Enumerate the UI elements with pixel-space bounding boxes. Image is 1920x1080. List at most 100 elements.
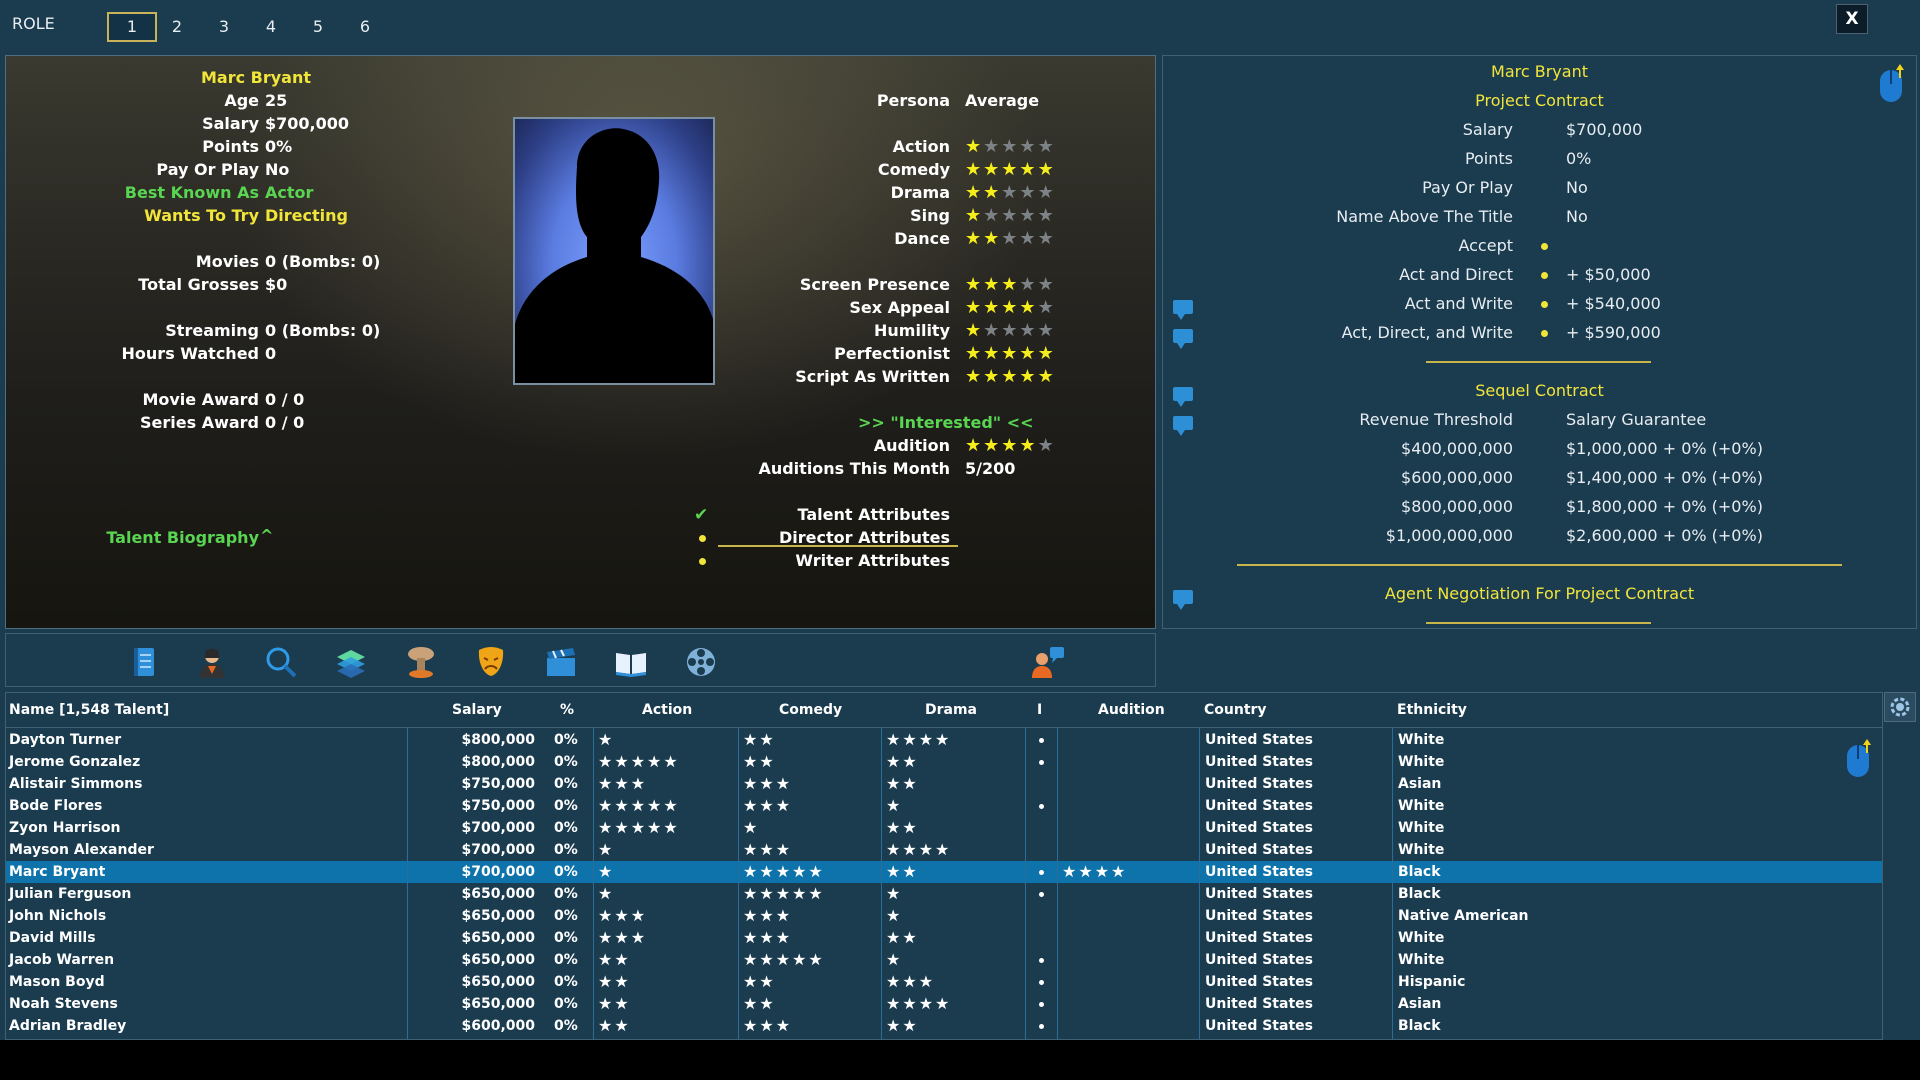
ethnicity-cell: White — [1398, 842, 1445, 858]
rating-stars-action: ★★★★★ — [965, 137, 1056, 157]
drama-stars: ★★ — [886, 818, 919, 837]
drama-stars: ★ — [886, 950, 903, 969]
agent-negotiation-link[interactable]: Agent Negotiation For Project Contract — [1163, 584, 1916, 603]
interested-dot-icon — [1039, 1002, 1044, 1007]
persona-label: Persona — [876, 91, 950, 110]
drama-mask-icon[interactable] — [473, 644, 509, 680]
sequel-threshold: $400,000,000 — [1401, 439, 1513, 458]
chat-icon[interactable] — [1173, 416, 1193, 436]
table-row[interactable]: Zyon Harrison $700,000 0% ★★★★★ ★ ★★ United St… — [6, 817, 1882, 839]
comedy-stars: ★★★★★ — [743, 884, 825, 903]
drama-stars: ★ — [886, 884, 903, 903]
director-attributes-link[interactable]: Director Attributes — [779, 528, 950, 547]
rating-stars-perfectionist: ★★★★★ — [965, 344, 1056, 364]
act-and-write-radio[interactable] — [1541, 301, 1548, 308]
interested-dot-icon — [1039, 1024, 1044, 1029]
act-and-direct-radio[interactable] — [1541, 272, 1548, 279]
film-reel-icon[interactable] — [683, 644, 719, 680]
role-tab-2[interactable]: 2 — [154, 14, 200, 40]
star-empty-icon: ★ — [1037, 205, 1056, 226]
writer-attributes-link[interactable]: Writer Attributes — [795, 551, 950, 570]
table-row[interactable]: Jacob Warren $650,000 0% ★★ ★★★★★ ★ United Sta… — [6, 949, 1882, 971]
star-empty-icon: ★ — [1019, 182, 1038, 203]
role-tab-3[interactable]: 3 — [201, 14, 247, 40]
person-icon[interactable] — [194, 644, 230, 680]
table-row[interactable]: Julian Ferguson $650,000 0% ★ ★★★★★ ★ United S… — [6, 883, 1882, 905]
role-tab-5[interactable]: 5 — [295, 14, 341, 40]
col-action-header[interactable]: Action — [642, 702, 692, 718]
talent-biography-link[interactable]: Talent Biography — [106, 528, 259, 547]
layers-icon[interactable] — [333, 644, 369, 680]
chat-icon[interactable] — [1173, 329, 1193, 349]
col-percent-header[interactable]: % — [560, 702, 574, 718]
col-comedy-header[interactable]: Comedy — [779, 702, 842, 718]
table-row[interactable]: David Mills $650,000 0% ★★★ ★★★ ★★ United Stat… — [6, 927, 1882, 949]
action-stars: ★★ — [598, 950, 631, 969]
table-row[interactable]: Dayton Turner $800,000 0% ★ ★★ ★★★★ United Sta… — [6, 729, 1882, 751]
col-i-header[interactable]: I — [1037, 702, 1042, 718]
star-empty-icon: ★ — [1019, 205, 1038, 226]
audition-stars: ★★★★ — [1062, 862, 1128, 881]
col-audition-header[interactable]: Audition — [1098, 702, 1165, 718]
divider — [1237, 564, 1842, 566]
talk-icon[interactable] — [1030, 644, 1066, 680]
table-row[interactable]: Alistair Simmons $750,000 0% ★★★ ★★★ ★★ United… — [6, 773, 1882, 795]
act-direct-write-radio[interactable] — [1541, 330, 1548, 337]
talent-name: Marc Bryant — [201, 68, 312, 87]
talent-attributes-link[interactable]: Talent Attributes — [797, 505, 950, 524]
chat-icon[interactable] — [1173, 300, 1193, 320]
col-salary-header[interactable]: Salary — [452, 702, 502, 718]
col-ethnicity-header[interactable]: Ethnicity — [1397, 702, 1467, 718]
series-award-label: Series Award — [140, 413, 259, 432]
ethnicity-cell: White — [1398, 820, 1445, 836]
sequel-contract-title: Sequel Contract — [1475, 381, 1604, 400]
project-contract-title: Project Contract — [1475, 91, 1604, 110]
rating-stars-comedy: ★★★★★ — [965, 160, 1056, 180]
accept-radio[interactable] — [1541, 243, 1548, 250]
table-row[interactable]: Marc Bryant $700,000 0% ★ ★★★★★ ★★ ★★★★ United … — [6, 861, 1882, 883]
movie-award-value: 0 / 0 — [265, 390, 305, 409]
star-empty-icon: ★ — [983, 320, 1002, 341]
close-button[interactable]: X — [1836, 4, 1868, 34]
table-row[interactable]: Mayson Alexander $700,000 0% ★ ★★★ ★★★★ United… — [6, 839, 1882, 861]
explosion-icon[interactable] — [403, 644, 439, 680]
table-row[interactable]: Bode Flores $750,000 0% ★★★★★ ★★★ ★ United Sta… — [6, 795, 1882, 817]
percent-cell: 0% — [554, 1018, 578, 1034]
salary-cell: $650,000 — [461, 974, 535, 990]
table-row[interactable]: Jerome Gonzalez $800,000 0% ★★★★★ ★★ ★★ United… — [6, 751, 1882, 773]
column-divider — [1057, 727, 1058, 1039]
role-tab-1[interactable]: 1 — [107, 12, 157, 42]
table-row[interactable]: Adrian Bradley $600,000 0% ★★ ★★★ ★★ United St… — [6, 1015, 1882, 1037]
open-book-icon[interactable] — [613, 644, 649, 680]
sequel-threshold: $1,000,000,000 — [1385, 526, 1513, 545]
role-tab-4[interactable]: 4 — [248, 14, 294, 40]
settings-button[interactable] — [1884, 692, 1916, 722]
biography-caret-icon[interactable]: ^ — [260, 526, 273, 545]
wants-to-try-label: Wants To Try — [144, 206, 259, 225]
star-filled-icon: ★ — [965, 366, 984, 387]
salary-cell: $700,000 — [461, 820, 535, 836]
notebook-icon[interactable] — [126, 644, 162, 680]
table-row[interactable]: John Nichols $650,000 0% ★★★ ★★★ ★ United Stat… — [6, 905, 1882, 927]
column-divider — [1392, 727, 1393, 1039]
percent-cell: 0% — [554, 864, 578, 880]
magnifier-icon[interactable] — [263, 644, 299, 680]
col-name-header[interactable]: Name [1,548 Talent] — [9, 702, 169, 718]
contract-name-above-title-value: No — [1566, 207, 1588, 226]
percent-cell: 0% — [554, 776, 578, 792]
country-cell: United States — [1205, 842, 1313, 858]
clapperboard-icon[interactable] — [543, 644, 579, 680]
chat-icon[interactable] — [1173, 387, 1193, 407]
star-filled-icon: ★ — [1019, 435, 1038, 456]
col-drama-header[interactable]: Drama — [925, 702, 977, 718]
act-direct-write-value: + $590,000 — [1566, 323, 1661, 342]
check-icon: ✔ — [694, 505, 709, 525]
table-row[interactable]: Mason Boyd $650,000 0% ★★ ★★ ★★★ United States… — [6, 971, 1882, 993]
table-row[interactable]: Noah Stevens $650,000 0% ★★ ★★ ★★★★ United Sta… — [6, 993, 1882, 1015]
comedy-stars: ★★★★★ — [743, 950, 825, 969]
comedy-stars: ★★ — [743, 730, 776, 749]
rating-label-script-as-written: Script As Written — [795, 367, 950, 386]
col-country-header[interactable]: Country — [1204, 702, 1267, 718]
contract-panel: Marc Bryant Project Contract Salary $700… — [1162, 55, 1917, 629]
role-tab-6[interactable]: 6 — [342, 14, 388, 40]
